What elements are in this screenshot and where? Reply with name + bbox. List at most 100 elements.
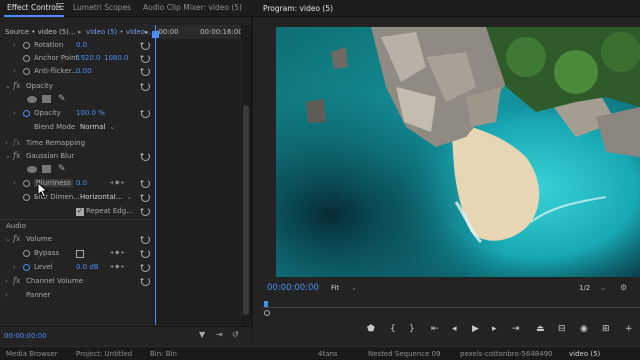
scrubber-playhead[interactable] [264,301,268,307]
level-value[interactable]: 0.0 dB [76,263,99,271]
expand-chevron-icon[interactable]: › [5,291,8,299]
expand-chevron-icon[interactable]: › [5,277,8,285]
reset-icon[interactable] [140,54,150,63]
expand-arrow-icon[interactable]: ▸ [145,28,149,36]
anchor-x-value[interactable]: 1920.0 [76,54,101,62]
channel-volume-header[interactable]: › fx Channel Volume [0,276,152,289]
effect-timeline-area[interactable] [152,25,240,325]
stopwatch-icon[interactable] [23,180,30,187]
gaussian-blur-header[interactable]: ⌄ fx Gaussian Blur [0,151,152,164]
go-to-out-icon[interactable]: ⇥ [512,324,520,334]
rectangle-mask-icon[interactable] [42,165,51,173]
reset-icon[interactable] [140,109,150,118]
effect-controls-timecode[interactable]: 00:00:00:00 [4,332,47,340]
resolution-dropdown[interactable]: 1/2 ⌄ [579,284,606,292]
step-forward-icon[interactable]: ▸ [492,324,497,334]
scrollbar-thumb[interactable] [243,105,249,315]
program-video-frame[interactable] [276,27,640,277]
export-frame-icon[interactable]: ◉ [580,324,588,334]
reset-icon[interactable] [140,277,150,286]
blend-mode-dropdown[interactable]: Normal ⌄ [80,123,115,131]
expand-chevron-icon[interactable]: › [13,179,16,187]
pen-mask-icon[interactable]: ✎ [58,164,67,174]
rotation-value[interactable]: 0.0 [76,41,87,49]
tab-sequence-4tans[interactable]: 4tans [318,350,338,358]
tab-effect-controls[interactable]: Effect Controls [7,3,62,12]
collapse-chevron-icon[interactable]: ⌄ [5,82,11,90]
stopwatch-icon[interactable] [23,250,30,257]
reset-icon[interactable] [140,67,150,76]
tab-bin[interactable]: Bin: Bin [150,350,177,358]
stopwatch-icon[interactable] [23,42,30,49]
program-timecode[interactable]: 00:00:00:00 [267,283,319,293]
fx-icon[interactable]: fx [13,81,20,90]
lift-icon[interactable]: ⏏ [536,324,545,334]
fx-icon[interactable]: fx [13,151,20,160]
program-scrubber[interactable] [262,301,640,316]
expand-chevron-icon[interactable]: › [13,263,16,271]
clip-label[interactable]: video (5) • video... [86,28,152,36]
reset-icon[interactable]: ↺ [232,330,241,339]
filter-icon[interactable]: ▼ [199,330,208,339]
expand-chevron-icon[interactable]: › [5,139,8,147]
comparison-view-icon[interactable]: ⊞ [602,324,610,334]
export-icon[interactable]: ⇥ [216,330,225,339]
keyframe-nav-icon[interactable]: ◂ ◆ ▸ [110,249,124,256]
antiflicker-value[interactable]: 0.00 [76,67,92,75]
volume-header[interactable]: ⌄ fx Volume [0,234,152,247]
step-back-icon[interactable]: ◂ [452,324,457,334]
expand-chevron-icon[interactable]: › [13,67,16,75]
zoom-fit-dropdown[interactable]: Fit ⌄ [331,284,357,292]
tab-video-5[interactable]: video (5) [569,350,600,358]
wrench-icon[interactable]: ⚙ [620,283,627,292]
keyframe-nav-icon[interactable]: ◂ ◆ ▸ [110,179,124,186]
expand-chevron-icon[interactable]: › [13,109,16,117]
tab-pexels-sequence[interactable]: pexels-cottonbro-5648490 [460,350,553,358]
reset-icon[interactable] [140,249,150,258]
rectangle-mask-icon[interactable] [42,95,51,103]
ellipse-mask-icon[interactable] [27,96,37,103]
source-label[interactable]: Source • video (5)... [5,28,76,36]
reset-icon[interactable] [140,263,150,272]
collapse-chevron-icon[interactable]: ⌄ [5,235,11,243]
repeat-edge-checkbox[interactable] [76,207,84,216]
keyframe-nav-icon[interactable]: ◂ ◆ ▸ [110,263,124,270]
effect-playhead-line[interactable] [155,25,156,325]
anchor-y-value[interactable]: 1080.0 [104,54,129,62]
go-to-in-icon[interactable]: ⇤ [431,324,439,334]
mark-out-icon[interactable]: } [409,324,415,334]
stopwatch-icon[interactable] [23,264,30,271]
tab-audio-clip-mixer[interactable]: Audio Clip Mixer: video (5) [143,3,242,12]
expand-chevron-icon[interactable]: › [13,41,16,49]
tab-nested-sequence[interactable]: Nested Sequence 09 [368,350,441,358]
tab-project[interactable]: Project: Untitled [76,350,132,358]
blur-dimensions-dropdown[interactable]: Horizontal... ⌄ [80,193,132,201]
reset-icon[interactable] [140,193,150,202]
pen-mask-icon[interactable]: ✎ [58,94,67,104]
reset-icon[interactable] [140,179,150,188]
stopwatch-icon[interactable] [23,68,30,75]
reset-icon[interactable] [140,82,150,91]
extract-icon[interactable]: ⊟ [558,324,566,334]
program-monitor-title[interactable]: Program: video (5) [263,4,333,13]
reset-icon[interactable] [140,152,150,161]
stopwatch-icon[interactable] [23,55,30,62]
fx-icon[interactable]: fx [13,276,20,285]
add-marker-icon[interactable]: ⬟ [367,324,375,334]
reset-icon[interactable] [140,207,150,216]
opacity-section-header[interactable]: ⌄ fx Opacity [0,81,152,94]
stopwatch-icon[interactable] [23,110,30,117]
bypass-checkbox[interactable] [76,250,84,258]
button-editor-icon[interactable]: + [625,324,633,334]
play-icon[interactable]: ▶ [472,324,479,334]
reset-icon[interactable] [140,235,150,244]
collapse-chevron-icon[interactable]: ⌄ [5,152,11,160]
stopwatch-icon[interactable] [23,194,30,201]
mark-in-icon[interactable]: { [390,324,396,334]
reset-icon[interactable] [140,41,150,50]
scrubber-start-marker[interactable] [264,310,270,316]
panel-menu-icon[interactable] [56,3,64,11]
fx-icon[interactable]: fx [13,138,20,147]
opacity-value[interactable]: 100.0 % [76,109,105,117]
fx-icon[interactable]: fx [13,234,20,243]
